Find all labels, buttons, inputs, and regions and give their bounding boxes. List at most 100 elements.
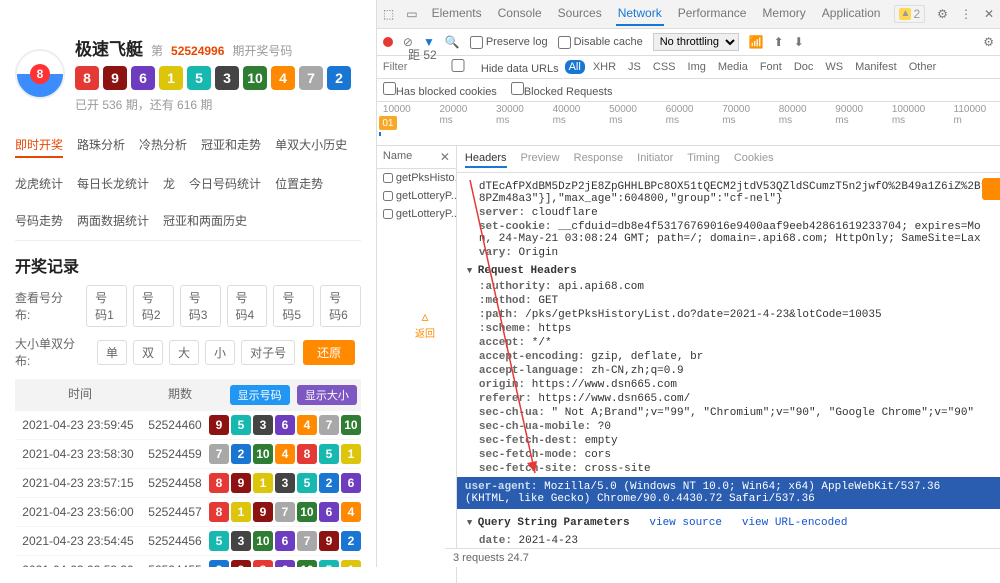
inspect-icon[interactable]: ⬚ [383,7,394,21]
result-ball: 9 [103,66,127,90]
devtools-tab[interactable]: Sources [556,2,604,26]
result-ball: 10 [253,444,273,464]
type-filter-pill[interactable]: All [565,60,585,74]
filter-chip[interactable]: 号码4 [227,285,268,327]
devtools-tab[interactable]: Memory [760,2,807,26]
filter-chip[interactable]: 号码3 [180,285,221,327]
import-icon[interactable]: ⬆ [774,35,784,49]
export-icon[interactable]: ⬇ [794,35,804,49]
more-icon[interactable]: ⋮ [960,7,972,21]
user-agent-header[interactable]: user-agent: Mozilla/5.0 (Windows NT 10.0… [457,477,1000,509]
device-toggle-icon[interactable]: ▭ [406,7,417,21]
analysis-tab[interactable]: 位置走势 [275,172,323,195]
disable-cache-checkbox[interactable]: Disable cache [558,36,643,49]
close-list-icon[interactable]: ✕ [440,150,450,164]
filter-chip[interactable]: 单 [97,340,127,365]
filter-chip[interactable]: 小 [205,340,235,365]
filter-chip[interactable]: 双 [133,340,163,365]
result-ball: 7 [319,415,339,435]
detail-tab[interactable]: Timing [687,150,720,168]
timeline-tick: 80000 ms [779,104,820,143]
devtools-tab[interactable]: Elements [430,2,484,26]
type-filter-pill[interactable]: WS [821,60,847,74]
type-filter-pill[interactable]: CSS [649,60,680,74]
request-headers-section[interactable]: Request Headers [467,265,990,277]
warnings-badge[interactable]: ▲2 [894,5,925,23]
devtools-tab[interactable]: Application [820,2,883,26]
result-ball: 4 [271,66,295,90]
result-ball: 8 [209,502,229,522]
name-column-header[interactable]: Name [383,150,412,164]
result-ball: 9 [231,473,251,493]
analysis-tab[interactable]: 冠亚和走势 [201,133,261,158]
hide-data-urls-checkbox[interactable]: Hide data URLs [435,59,559,75]
table-row: 2021-04-23 23:54:455252445653106792 [15,527,361,556]
analysis-tab[interactable]: 冷热分析 [139,133,187,158]
waterfall-timeline[interactable]: 01 10000 ms20000 ms30000 ms40000 ms50000… [377,102,1000,146]
settings-icon[interactable]: ⚙ [937,7,948,21]
show-number-button[interactable]: 显示号码 [230,385,290,405]
blocked-requests-checkbox[interactable]: Blocked Requests [511,82,613,98]
analysis-tab[interactable]: 每日长龙统计 [77,172,149,195]
detail-tab[interactable]: Response [574,150,624,168]
analysis-tab[interactable]: 冠亚和两面历史 [163,209,247,232]
view-url-encoded-link[interactable]: view URL-encoded [742,517,848,529]
type-filter-pill[interactable]: Img [684,60,710,74]
request-item[interactable]: getLotteryP... [377,205,456,223]
side-tag-icon[interactable] [982,178,1000,200]
network-settings-icon[interactable]: ⚙ [983,35,994,49]
type-filter-pill[interactable]: Font [756,60,786,74]
request-item[interactable]: getLotteryP... [377,187,456,205]
result-ball: 6 [319,502,339,522]
throttling-select[interactable]: No throttling [653,33,739,51]
analysis-tab[interactable]: 即时开奖 [15,133,63,158]
result-ball: 7 [275,502,295,522]
view-source-link[interactable]: view source [649,517,722,529]
close-devtools-icon[interactable]: ✕ [984,7,994,21]
result-ball: 5 [187,66,211,90]
filter-chip[interactable]: 号码6 [320,285,361,327]
type-filter-pill[interactable]: Manifest [851,60,901,74]
request-list: Name✕ getPksHisto...getLotteryP...getLot… [377,146,457,583]
analysis-tab[interactable]: 龙虎统计 [15,172,63,195]
restore-button[interactable]: 还原 [303,340,355,365]
show-size-button[interactable]: 显示大小 [297,385,357,405]
result-ball: 2 [341,531,361,551]
network-conditions-icon[interactable]: 📶 [749,35,764,49]
filter-chip[interactable]: 对子号 [241,340,295,365]
detail-tab[interactable]: Headers [465,150,507,168]
analysis-tab[interactable]: 路珠分析 [77,133,125,158]
header-row: accept-encoding: gzip, deflate, br [479,351,990,363]
preserve-log-checkbox[interactable]: Preserve log [470,36,548,49]
analysis-tab[interactable]: 号码走势 [15,209,63,232]
record-icon[interactable] [383,37,393,47]
analysis-tab[interactable]: 两面数据统计 [77,209,149,232]
analysis-tab[interactable]: 今日号码统计 [189,172,261,195]
request-item[interactable]: getPksHisto... [377,169,456,187]
devtools-tab[interactable]: Network [616,2,664,26]
search-icon[interactable]: 🔍 [445,35,460,49]
timeline-tick: 100000 ms [892,104,938,143]
devtools-tab[interactable]: Performance [676,2,749,26]
has-blocked-cookies-checkbox[interactable]: Has blocked cookies [383,82,497,98]
filter-chip[interactable]: 大 [169,340,199,365]
type-filter-pill[interactable]: Media [714,60,752,74]
filter-chip[interactable]: 号码5 [273,285,314,327]
analysis-tab[interactable]: 龙 [163,172,175,195]
devtools-tab[interactable]: Console [496,2,544,26]
type-filter-pill[interactable]: Doc [790,60,818,74]
filter-chip[interactable]: 号码1 [86,285,127,327]
detail-tab[interactable]: Initiator [637,150,673,168]
type-filter-pill[interactable]: XHR [589,60,620,74]
type-filter-pill[interactable]: Other [905,60,941,74]
filter-chip[interactable]: 号码2 [133,285,174,327]
detail-tab[interactable]: Preview [521,150,560,168]
detail-tab[interactable]: Cookies [734,150,774,168]
header-row: server: cloudflare [479,207,990,219]
type-filter-pill[interactable]: JS [624,60,645,74]
cell-issue: 52524458 [141,476,209,490]
header-row: sec-fetch-dest: empty [479,435,990,447]
analysis-tab[interactable]: 单双大小历史 [275,133,347,158]
query-string-section[interactable]: Query String Parameters [467,517,630,529]
cell-time: 2021-04-23 23:53:30 [15,563,141,567]
